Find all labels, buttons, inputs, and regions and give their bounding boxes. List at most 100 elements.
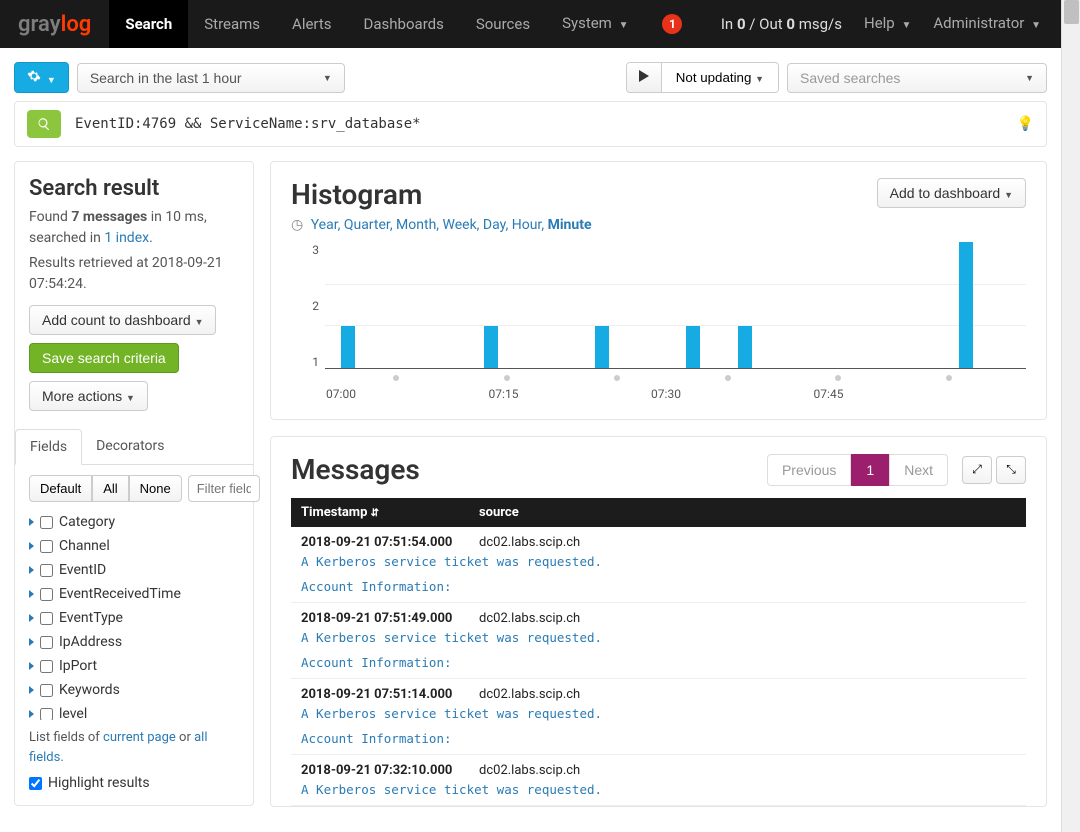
filter-none[interactable]: None: [129, 475, 182, 502]
th-source[interactable]: source: [479, 505, 519, 520]
options-button[interactable]: ▼: [14, 62, 69, 93]
lightbulb-icon[interactable]: 💡: [1017, 116, 1034, 132]
msg-timestamp: 2018-09-21 07:51:49.000: [301, 611, 479, 626]
field-item[interactable]: EventType: [29, 606, 239, 630]
histogram-bar[interactable]: [738, 326, 752, 368]
nav-help[interactable]: Help ▼: [864, 0, 911, 50]
pager-next[interactable]: Next: [889, 454, 948, 486]
highlight-label: Highlight results: [48, 775, 150, 791]
brand-logo[interactable]: graylog: [0, 12, 109, 37]
field-checkbox[interactable]: [40, 684, 53, 697]
y-axis: 3 2 1: [291, 243, 325, 369]
add-count-dash-button[interactable]: Add count to dashboard ▼: [29, 305, 216, 335]
collapse-button[interactable]: ⤡: [996, 456, 1026, 484]
expand-icon: [29, 518, 34, 526]
histogram-bar[interactable]: [341, 326, 355, 368]
window-scrollbar[interactable]: [1061, 0, 1080, 832]
field-item[interactable]: Keywords: [29, 678, 239, 702]
index-link[interactable]: 1 index: [104, 230, 149, 246]
th-timestamp[interactable]: Timestamp ⇵: [301, 505, 479, 520]
field-checkbox[interactable]: [40, 540, 53, 553]
expand-icon: [29, 662, 34, 670]
field-item[interactable]: level: [29, 702, 239, 720]
interval-quarter[interactable]: Quarter: [344, 217, 390, 233]
msg-source: dc02.labs.scip.ch: [479, 687, 580, 702]
nav-system[interactable]: System ▼: [546, 0, 644, 50]
field-list[interactable]: Category Channel EventIDEventReceivedTimeE…: [29, 510, 239, 720]
field-checkbox[interactable]: [40, 636, 53, 649]
chart-plot[interactable]: [325, 243, 1026, 369]
interval-hour[interactable]: Hour: [512, 217, 542, 233]
update-label: Not updating: [676, 70, 752, 85]
pager-prev[interactable]: Previous: [767, 454, 851, 486]
message-row[interactable]: 2018-09-21 07:51:54.000dc02.labs.scip.ch…: [291, 527, 1026, 603]
tick-dot: [504, 375, 510, 381]
gear-icon: [27, 69, 41, 83]
histogram-bar[interactable]: [686, 326, 700, 368]
search-result-title: Search result: [29, 176, 239, 201]
tick-dot: [393, 375, 399, 381]
expand-button[interactable]: ⤢: [962, 456, 992, 484]
nav-streams[interactable]: Streams: [188, 0, 276, 48]
search-button[interactable]: [27, 110, 61, 138]
histogram-panel: Histogram ◷ Year, Quarter, Month, Week, …: [270, 161, 1047, 420]
filter-field-input[interactable]: [188, 475, 260, 502]
nav-admin[interactable]: Administrator ▼: [933, 0, 1041, 50]
field-checkbox[interactable]: [40, 660, 53, 673]
field-name: Channel: [59, 538, 110, 554]
time-range-dropdown[interactable]: Search in the last 1 hour ▼: [77, 63, 345, 93]
current-page-link[interactable]: current page: [103, 730, 176, 745]
field-item[interactable]: Channel: [29, 534, 239, 558]
msg-section: Account Information:: [301, 655, 452, 670]
histogram-bar[interactable]: [959, 242, 973, 368]
save-criteria-button[interactable]: Save search criteria: [29, 343, 179, 373]
interval-minute[interactable]: Minute: [548, 217, 592, 233]
highlight-checkbox[interactable]: [29, 777, 42, 790]
search-icon: [37, 117, 51, 131]
msg-source: dc02.labs.scip.ch: [479, 611, 580, 626]
interval-year[interactable]: Year: [311, 217, 338, 233]
tab-fields[interactable]: Fields: [15, 429, 82, 465]
field-item[interactable]: Category: [29, 510, 239, 534]
field-checkbox[interactable]: [40, 564, 53, 577]
filter-default[interactable]: Default: [29, 475, 92, 502]
pager-current[interactable]: 1: [851, 454, 889, 486]
play-button[interactable]: [627, 63, 662, 92]
nav-alerts[interactable]: Alerts: [276, 0, 348, 48]
add-to-dashboard-button[interactable]: Add to dashboard ▼: [877, 178, 1026, 208]
scrollbar-thumb[interactable]: [1064, 0, 1079, 24]
histogram-bar[interactable]: [484, 326, 498, 368]
message-row[interactable]: 2018-09-21 07:51:49.000dc02.labs.scip.ch…: [291, 603, 1026, 679]
message-row[interactable]: 2018-09-21 07:32:10.000dc02.labs.scip.ch…: [291, 755, 1026, 806]
field-checkbox[interactable]: [40, 516, 53, 529]
saved-searches-dropdown[interactable]: Saved searches ▼: [787, 63, 1047, 93]
msg-text: A Kerberos service ticket was requested.: [301, 706, 602, 721]
x-tick: 07:00: [326, 387, 356, 401]
message-row[interactable]: 2018-09-21 07:51:14.000dc02.labs.scip.ch…: [291, 679, 1026, 755]
nav-search[interactable]: Search: [109, 0, 188, 48]
histogram-bar[interactable]: [595, 326, 609, 368]
field-checkbox[interactable]: [40, 708, 53, 721]
interval-day[interactable]: Day: [483, 217, 506, 233]
messages-title: Messages: [291, 453, 420, 486]
field-item[interactable]: EventReceivedTime: [29, 582, 239, 606]
nav-dashboards[interactable]: Dashboards: [348, 0, 460, 48]
messages-panel: Messages Previous 1 Next ⤢ ⤡: [270, 436, 1047, 807]
field-checkbox[interactable]: [40, 588, 53, 601]
interval-week[interactable]: Week: [443, 217, 477, 233]
field-item[interactable]: EventID: [29, 558, 239, 582]
more-actions-button[interactable]: More actions ▼: [29, 381, 148, 411]
msg-source: dc02.labs.scip.ch: [479, 535, 580, 550]
update-dropdown[interactable]: Not updating ▼: [662, 63, 778, 92]
field-checkbox[interactable]: [40, 612, 53, 625]
tick-dot: [725, 375, 731, 381]
caret-down-icon: ▼: [1025, 73, 1034, 83]
field-item[interactable]: IpAddress: [29, 630, 239, 654]
tab-decorators[interactable]: Decorators: [82, 429, 178, 464]
notification-badge[interactable]: 1: [662, 14, 682, 34]
interval-month[interactable]: Month: [396, 217, 436, 233]
filter-all[interactable]: All: [92, 475, 128, 502]
search-input[interactable]: [75, 116, 1003, 132]
nav-sources[interactable]: Sources: [460, 0, 546, 48]
field-item[interactable]: IpPort: [29, 654, 239, 678]
